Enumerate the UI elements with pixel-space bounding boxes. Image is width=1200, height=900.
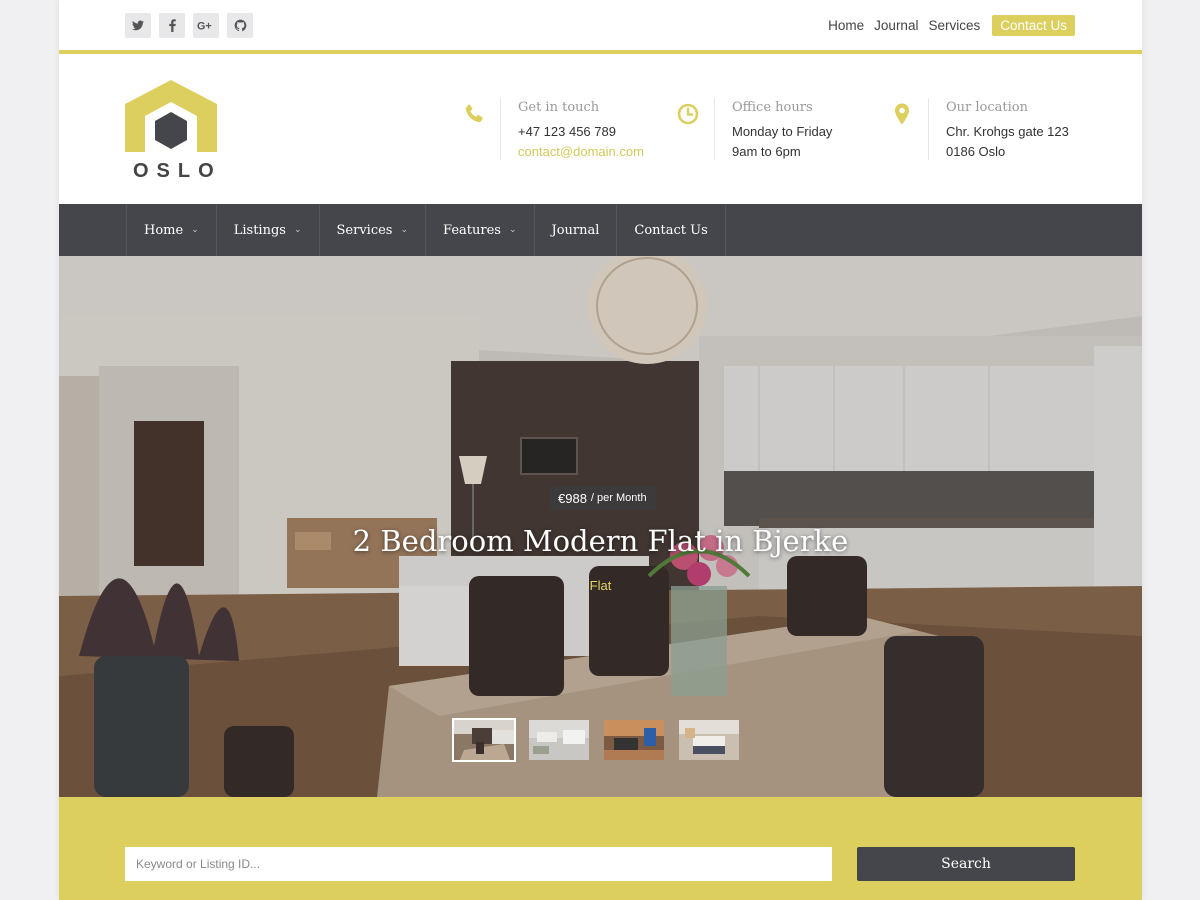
search-bar: Search <box>59 797 1142 900</box>
nav-label: Listings <box>233 222 286 238</box>
nav-contact-us[interactable]: Contact Us <box>617 204 726 256</box>
price-period: / per Month <box>590 492 647 504</box>
google-plus-icon: G+ <box>197 20 212 31</box>
chevron-down-icon: ⌄ <box>191 225 199 235</box>
price-amount: €988 <box>558 490 587 506</box>
top-nav: Home Journal Services Contact Us <box>828 15 1075 36</box>
contact-info-text: Get in touch +47 123 456 789 contact@dom… <box>518 100 678 162</box>
address-line-1: Chr. Krohgs gate 123 <box>946 124 1069 139</box>
top-nav-journal[interactable]: Journal <box>874 18 918 33</box>
info-divider <box>714 98 715 160</box>
contact-info-touch: Get in touch +47 123 456 789 contact@dom… <box>462 98 662 160</box>
chevron-down-icon: ⌄ <box>508 225 517 235</box>
clock-icon <box>677 103 699 125</box>
listing-type[interactable]: Flat <box>59 578 1142 593</box>
nav-label: Journal <box>551 222 600 238</box>
info-divider <box>500 98 501 160</box>
listing-title[interactable]: 2 Bedroom Modern Flat in Bjerke <box>59 524 1142 558</box>
slider-thumbnail[interactable] <box>677 718 741 762</box>
slider-thumbnails <box>452 718 741 762</box>
email-link[interactable]: contact@domain.com <box>518 142 678 162</box>
thumbnail-image <box>604 720 664 760</box>
google-plus-link[interactable]: G+ <box>193 13 219 38</box>
slider-thumbnail[interactable] <box>527 718 591 762</box>
search-button[interactable]: Search <box>857 847 1075 881</box>
facebook-icon <box>168 19 176 32</box>
site-header: OSLO Get in touch +47 123 456 789 contac… <box>59 54 1142 204</box>
nav-label: Contact Us <box>634 222 708 238</box>
office-days: Monday to Friday <box>732 124 833 139</box>
github-link[interactable] <box>227 13 253 38</box>
main-nav-list: Home ⌄ Listings ⌄ Services ⌄ Features ⌄ Jour… <box>126 204 726 256</box>
location-info-text: Our location Chr. Krohgs gate 123 0186 O… <box>946 100 1106 162</box>
chevron-down-icon: ⌄ <box>400 225 409 235</box>
twitter-link[interactable] <box>125 13 151 38</box>
phone-icon <box>465 104 483 123</box>
contact-us-button[interactable]: Contact Us <box>992 15 1075 36</box>
nav-services[interactable]: Services ⌄ <box>320 204 427 256</box>
hours-info-text: Office hours Monday to Friday 9am to 6pm <box>732 100 892 162</box>
thumbnail-image <box>679 720 739 760</box>
social-links: G+ <box>125 13 253 38</box>
contact-info-location: Our location Chr. Krohgs gate 123 0186 O… <box>890 98 1090 160</box>
map-pin-icon <box>895 103 909 125</box>
nav-label: Home <box>144 222 184 238</box>
top-bar: G+ Home Journal Services Contact Us <box>59 0 1142 50</box>
svg-text:G+: G+ <box>197 20 212 31</box>
search-input[interactable] <box>125 847 832 881</box>
page: G+ Home Journal Services Contact Us OSLO <box>59 0 1142 900</box>
thumbnail-image <box>454 720 514 760</box>
office-time: 9am to 6pm <box>732 144 801 159</box>
main-nav: Home ⌄ Listings ⌄ Services ⌄ Features ⌄ Jour… <box>59 204 1142 256</box>
facebook-link[interactable] <box>159 13 185 38</box>
top-nav-home[interactable]: Home <box>828 18 864 33</box>
nav-features[interactable]: Features ⌄ <box>426 204 535 256</box>
logo-text: OSLO <box>133 160 222 182</box>
nav-label: Services <box>336 222 393 238</box>
chevron-down-icon: ⌄ <box>293 225 302 235</box>
contact-info-hours: Office hours Monday to Friday 9am to 6pm <box>676 98 876 160</box>
slider-thumbnail[interactable] <box>602 718 666 762</box>
price-badge: €988 / per Month <box>549 486 656 510</box>
nav-listings[interactable]: Listings ⌄ <box>217 204 320 256</box>
address-line-2: 0186 Oslo <box>946 144 1006 159</box>
our-location-label: Our location <box>946 100 1028 115</box>
office-hours-label: Office hours <box>732 100 813 115</box>
thumbnail-image <box>529 720 589 760</box>
get-in-touch-label: Get in touch <box>518 100 600 115</box>
phone-number[interactable]: +47 123 456 789 <box>518 122 678 142</box>
nav-journal[interactable]: Journal <box>535 204 618 256</box>
top-nav-services[interactable]: Services <box>928 18 980 33</box>
nav-label: Features <box>443 222 501 238</box>
nav-home[interactable]: Home ⌄ <box>127 204 217 256</box>
hero-slider: €988 / per Month 2 Bedroom Modern Flat i… <box>59 256 1142 797</box>
info-divider <box>928 98 929 160</box>
github-icon <box>234 19 246 32</box>
twitter-icon <box>132 20 144 31</box>
slider-thumbnail[interactable] <box>452 718 516 762</box>
